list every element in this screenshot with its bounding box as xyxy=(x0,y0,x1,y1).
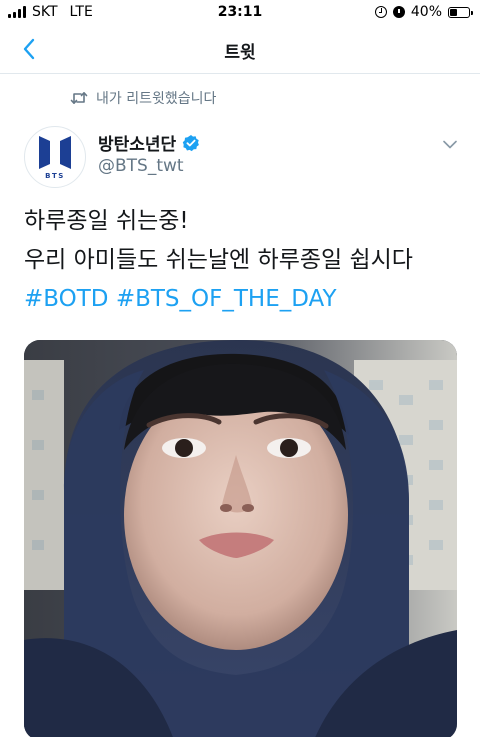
tweet-options-button[interactable] xyxy=(438,134,462,154)
verified-badge-icon xyxy=(183,134,200,151)
tweet-detail-screen: SKT LTE 23:11 40% 트윗 내가 리트윗했습니다 BTS 방탄소년… xyxy=(0,0,480,737)
alarm-icon xyxy=(392,6,405,18)
nav-bar: 트윗 xyxy=(0,26,480,74)
svg-text:BTS: BTS xyxy=(45,172,65,180)
hashtag-row: #BOTD #BTS_OF_THE_DAY xyxy=(24,280,464,319)
chevron-down-icon xyxy=(443,140,457,148)
status-bar: SKT LTE 23:11 40% xyxy=(0,0,480,26)
tweet-text-line: 하루종일 쉬는중! xyxy=(24,208,189,234)
author-name-row[interactable]: 방탄소년단 xyxy=(98,130,200,155)
retweet-context-label: 내가 리트윗했습니다 xyxy=(96,91,217,107)
avatar[interactable]: BTS xyxy=(24,126,86,188)
author-name: 방탄소년단 xyxy=(98,135,177,155)
tweet-text: 하루종일 쉬는중! 우리 아미들도 쉬는날엔 하루종일 쉽시다 #BOTD #B… xyxy=(24,202,464,319)
retweet-icon xyxy=(70,92,88,104)
author-handle[interactable]: @BTS_twt xyxy=(98,156,184,176)
battery-percent: 40% xyxy=(410,4,442,20)
hashtag-link[interactable]: #BOTD xyxy=(24,286,109,312)
orientation-lock-icon xyxy=(374,6,387,18)
battery-fill xyxy=(450,8,458,16)
selfie-photo-illustration xyxy=(24,340,457,737)
page-title: 트윗 xyxy=(224,43,256,63)
tweet-text-line: 우리 아미들도 쉬는날엔 하루종일 쉽시다 xyxy=(24,247,413,273)
retweet-context[interactable]: 내가 리트윗했습니다 xyxy=(70,88,216,108)
status-bar-right: 40% xyxy=(374,4,473,20)
battery-icon xyxy=(448,6,473,18)
bts-logo-icon: BTS xyxy=(39,136,71,180)
tweet-photo[interactable] xyxy=(24,340,457,737)
hashtag-link[interactable]: #BTS_OF_THE_DAY xyxy=(116,286,337,312)
